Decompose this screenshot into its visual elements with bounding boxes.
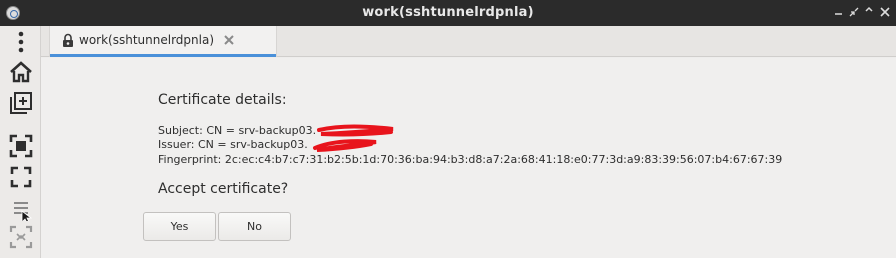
fullscreen-icon[interactable] bbox=[8, 164, 34, 190]
certificate-subject: Subject: CN = srv-backup03. bbox=[158, 124, 317, 137]
toolbar-sidebar bbox=[0, 26, 41, 258]
tab-close-icon[interactable] bbox=[223, 33, 235, 47]
lock-icon bbox=[61, 33, 75, 48]
redaction-mark bbox=[313, 124, 394, 152]
certificate-heading: Certificate details: bbox=[158, 92, 287, 108]
screenshot-icon[interactable] bbox=[8, 133, 34, 159]
window-title: work(sshtunnelrdpnla) bbox=[362, 5, 534, 20]
scale-icon[interactable] bbox=[8, 224, 34, 250]
no-button[interactable]: No bbox=[218, 212, 291, 241]
tab-label: work(sshtunnelrdpnla) bbox=[79, 33, 214, 47]
home-icon[interactable] bbox=[8, 59, 34, 85]
certificate-issuer: Issuer: CN = srv-backup03. bbox=[158, 138, 308, 151]
more-vert-icon[interactable] bbox=[8, 29, 34, 55]
yes-button[interactable]: Yes bbox=[143, 212, 216, 241]
active-tab-indicator bbox=[50, 54, 276, 57]
maximize-icon[interactable] bbox=[862, 4, 876, 20]
close-icon[interactable] bbox=[878, 4, 892, 20]
accept-question: Accept certificate? bbox=[158, 181, 289, 197]
tab-connection[interactable]: work(sshtunnelrdpnla) bbox=[49, 26, 277, 57]
certificate-fingerprint: Fingerprint: 2c:ec:c4:b7:c7:31:b2:5b:1d:… bbox=[158, 153, 783, 166]
window-titlebar[interactable]: work(sshtunnelrdpnla) bbox=[0, 0, 896, 26]
minimize-icon[interactable] bbox=[832, 4, 846, 20]
restore-icon[interactable] bbox=[847, 4, 861, 20]
new-tab-icon[interactable] bbox=[8, 90, 34, 116]
tab-bar: work(sshtunnelrdpnla) bbox=[41, 26, 896, 57]
menu-icon[interactable] bbox=[8, 195, 34, 221]
certificate-dialog: Certificate details: Subject: CN = srv-b… bbox=[41, 58, 896, 258]
